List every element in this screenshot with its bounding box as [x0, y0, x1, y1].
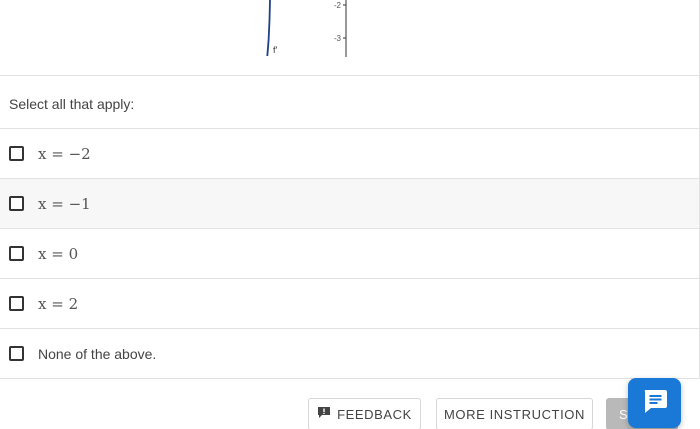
checkbox[interactable] [9, 246, 24, 261]
graph-area: -2 -3 f' [0, 0, 700, 76]
checkbox[interactable] [9, 346, 24, 361]
y-tick-label: -3 [334, 34, 342, 43]
option-x-neg2[interactable]: x = −2 [0, 129, 700, 179]
more-instruction-label: MORE INSTRUCTION [443, 406, 586, 422]
submit-label: S [619, 406, 629, 422]
option-label: None of the above. [38, 345, 157, 362]
checkbox[interactable] [9, 196, 24, 211]
option-label: x = −2 [38, 144, 91, 163]
y-tick-label: -2 [334, 1, 342, 10]
question-prompt: Select all that apply: [9, 96, 135, 112]
checkbox[interactable] [9, 296, 24, 311]
graph-svg: -2 -3 f' [266, 0, 347, 57]
feedback-label: FEEDBACK [337, 406, 412, 422]
answer-options: x = −2 x = −1 x = 0 x = 2 None of the ab… [0, 129, 700, 379]
more-instruction-button[interactable]: MORE INSTRUCTION [436, 398, 593, 429]
option-x-neg1[interactable]: x = −1 [0, 179, 700, 229]
option-label: x = −1 [38, 194, 91, 213]
function-label: f' [273, 45, 278, 55]
feedback-icon [317, 406, 331, 422]
option-label: x = 0 [38, 244, 79, 263]
chat-icon [641, 387, 669, 420]
footer-bar: FEEDBACK MORE INSTRUCTION S [0, 378, 700, 429]
option-x-2[interactable]: x = 2 [0, 279, 700, 329]
option-none[interactable]: None of the above. [0, 329, 700, 379]
option-x-0[interactable]: x = 0 [0, 229, 700, 279]
option-label: x = 2 [38, 294, 79, 313]
feedback-button[interactable]: FEEDBACK [308, 398, 421, 429]
chat-button[interactable] [628, 378, 681, 428]
derivative-curve [266, 0, 271, 57]
checkbox[interactable] [9, 146, 24, 161]
